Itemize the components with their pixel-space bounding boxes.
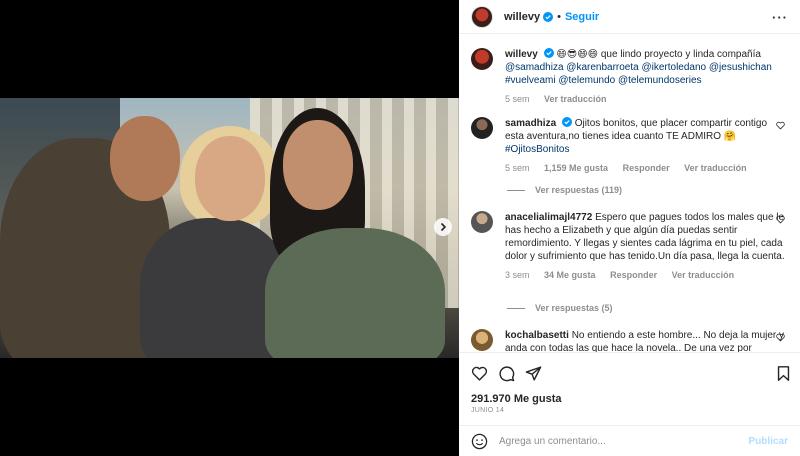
comments-list[interactable]: willevy 😄😎😄😄 que lindo proyecto y linda … xyxy=(459,35,800,352)
translate-button[interactable]: Ver traducción xyxy=(672,270,735,280)
commenter-avatar[interactable] xyxy=(471,211,493,233)
chevron-right-icon xyxy=(440,222,447,232)
comment-meta: 5 sem 1,159 Me gusta Responder Ver tradu… xyxy=(505,162,785,175)
comment-item: kochalbasetti No entiendo a este hombre.… xyxy=(471,329,793,352)
likes-count[interactable]: 291.970 Me gusta xyxy=(471,393,562,405)
view-replies-label: Ver respuestas (119) xyxy=(535,185,623,195)
replies-line xyxy=(507,307,525,309)
share-icon[interactable] xyxy=(525,365,542,382)
commenter-avatar[interactable] xyxy=(471,329,493,351)
heart-icon[interactable] xyxy=(776,121,785,130)
comment-icon[interactable] xyxy=(498,365,515,382)
post-actions: 291.970 Me gusta JUNIO 14 Publicar xyxy=(459,352,800,456)
caption-translate-button[interactable]: Ver traducción xyxy=(544,94,607,104)
post-caption: willevy 😄😎😄😄 que lindo proyecto y linda … xyxy=(471,48,793,106)
heart-icon[interactable] xyxy=(776,215,785,224)
heart-icon[interactable] xyxy=(776,333,785,342)
view-replies-label: Ver respuestas (5) xyxy=(535,303,613,313)
translate-button[interactable]: Ver traducción xyxy=(684,163,747,173)
photo-person-1-head xyxy=(110,116,180,201)
more-options-icon[interactable]: ··· xyxy=(772,10,788,25)
follow-button[interactable]: Seguir xyxy=(565,11,599,23)
reply-button[interactable]: Responder xyxy=(610,270,657,280)
publish-comment-button[interactable]: Publicar xyxy=(749,436,788,447)
action-icons xyxy=(471,365,542,383)
view-replies-button[interactable]: Ver respuestas (119) xyxy=(507,185,622,195)
comment-time: 5 sem xyxy=(505,163,530,173)
comment-time: 3 sem xyxy=(505,270,530,280)
photo-person-3-body xyxy=(265,228,445,358)
caption-meta: 5 sem Ver traducción xyxy=(505,93,785,106)
reply-button[interactable]: Responder xyxy=(623,163,670,173)
caption-text: 😄😎😄😄 que lindo proyecto y linda compañía xyxy=(553,49,761,60)
commenter-avatar[interactable] xyxy=(471,117,493,139)
comment-likes[interactable]: 1,159 Me gusta xyxy=(544,163,608,173)
view-replies-button[interactable]: Ver respuestas (5) xyxy=(507,303,613,313)
verified-badge-icon xyxy=(543,11,554,22)
comment-meta: 3 sem 34 Me gusta Responder Ver traducci… xyxy=(505,269,785,282)
commenter-username[interactable]: anacelialimajl4772 xyxy=(505,212,592,223)
emoji-icon[interactable] xyxy=(471,433,488,450)
add-comment-bar: Publicar xyxy=(459,425,800,456)
comment-item: anacelialimajl4772 Espero que pagues tod… xyxy=(471,211,793,282)
author-username[interactable]: willevy xyxy=(504,11,540,23)
next-photo-button[interactable] xyxy=(434,218,452,236)
author-avatar[interactable] xyxy=(471,5,493,28)
like-heart-icon[interactable] xyxy=(471,365,488,382)
save-button[interactable] xyxy=(775,365,792,387)
commenter-username[interactable]: samadhiza xyxy=(505,118,556,129)
bookmark-icon xyxy=(777,366,790,381)
caption-mentions[interactable]: @samadhiza @karenbarroeta @ikertoledano … xyxy=(505,62,772,86)
caption-time: 5 sem xyxy=(505,94,530,104)
comment-input[interactable] xyxy=(499,436,749,447)
photo-person-3-head xyxy=(283,120,353,210)
commenter-username[interactable]: kochalbasetti xyxy=(505,330,569,341)
caption-avatar[interactable] xyxy=(471,48,493,70)
post-media xyxy=(0,0,459,456)
comment-hashtag[interactable]: #OjitosBonitos xyxy=(505,144,569,155)
replies-line xyxy=(507,189,525,191)
comment-likes[interactable]: 34 Me gusta xyxy=(544,270,596,280)
comment-item: samadhiza Ojitos bonitos, que placer com… xyxy=(471,117,793,175)
post-side-panel: willevy • Seguir ··· willevy 😄😎😄😄 que li… xyxy=(459,0,800,456)
verified-badge-icon xyxy=(561,117,572,127)
photo-person-2-head xyxy=(195,136,265,221)
verified-badge-icon xyxy=(543,48,554,58)
caption-username[interactable]: willevy xyxy=(505,49,538,60)
post-photo[interactable] xyxy=(0,98,459,358)
post-header: willevy • Seguir ··· xyxy=(459,0,800,34)
separator-dot: • xyxy=(557,10,561,23)
post-date[interactable]: JUNIO 14 xyxy=(471,407,504,414)
